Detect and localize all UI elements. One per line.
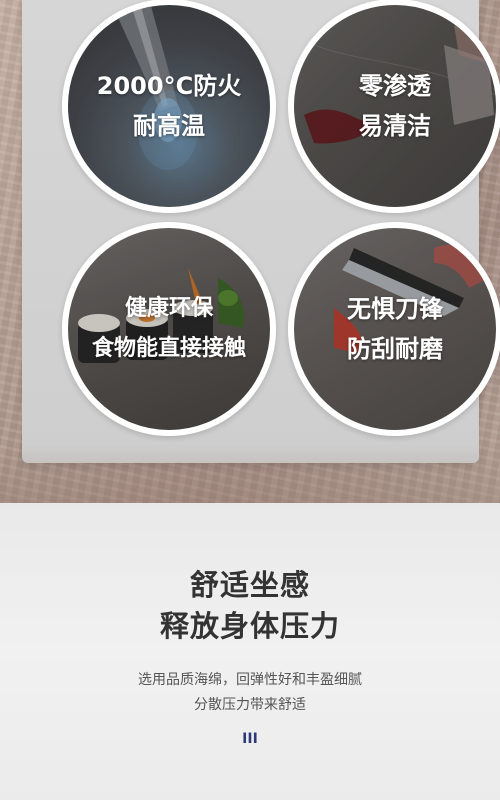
feature-subtitle: 食物能直接接触 — [91, 336, 246, 361]
feature-panel: 2000°C防火 耐高温 零渗透 易清洁 健康环保 食物能直接接触 无惧刀锋 防… — [22, 0, 500, 463]
feature-label: 零渗透 易清洁 — [294, 66, 496, 146]
feature-label: 无惧刀锋 防刮耐磨 — [294, 289, 496, 369]
comfort-headline: 舒适坐感 释放身体压力 — [0, 565, 500, 647]
feature-title: 2000°C防火 — [96, 72, 242, 100]
feature-fireproof: 2000°C防火 耐高温 — [62, 0, 276, 213]
feature-food-safe: 健康环保 食物能直接接触 — [62, 222, 276, 436]
feature-subtitle: 耐高温 — [133, 112, 205, 140]
headline-line-1: 舒适坐感 — [189, 568, 310, 602]
feature-title: 零渗透 — [359, 72, 431, 100]
feature-label: 健康环保 食物能直接接触 — [68, 289, 270, 369]
headline-line-2: 释放身体压力 — [159, 609, 340, 643]
wood-floor-background: 2000°C防火 耐高温 零渗透 易清洁 健康环保 食物能直接接触 无惧刀锋 防… — [0, 0, 500, 503]
feature-title: 无惧刀锋 — [347, 295, 443, 323]
section-indicator-icon: III — [242, 731, 258, 747]
feature-stainproof: 零渗透 易清洁 — [288, 0, 500, 213]
feature-subtitle: 防刮耐磨 — [347, 335, 443, 363]
feature-title: 健康环保 — [124, 296, 213, 321]
feature-label: 2000°C防火 耐高温 — [68, 66, 270, 146]
comfort-description: 选用品质海绵，回弹性好和丰盈细腻 分散压力带来舒适 — [0, 668, 500, 718]
feature-scratch-resistant: 无惧刀锋 防刮耐磨 — [288, 222, 500, 436]
description-line-1: 选用品质海绵，回弹性好和丰盈细腻 — [138, 672, 362, 688]
feature-subtitle: 易清洁 — [359, 112, 431, 140]
description-line-2: 分散压力带来舒适 — [194, 697, 306, 713]
comfort-section: 舒适坐感 释放身体压力 选用品质海绵，回弹性好和丰盈细腻 分散压力带来舒适 II… — [0, 503, 500, 800]
